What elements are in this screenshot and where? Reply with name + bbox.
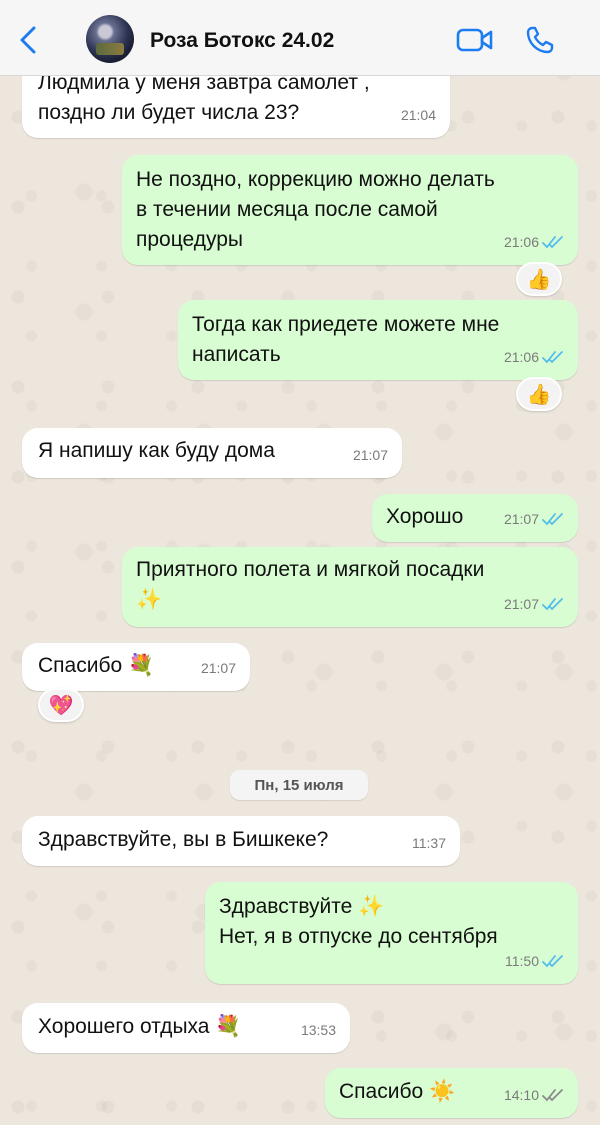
contact-name[interactable]: Роза Ботокс 24.02 — [150, 29, 334, 53]
double-check-icon — [542, 513, 563, 526]
chevron-left-icon — [20, 26, 36, 54]
message-time: 21:06 — [504, 342, 564, 372]
message-incoming[interactable]: Хорошего отдыха 💐 13:53 — [22, 1003, 350, 1053]
phone-icon — [526, 26, 554, 54]
message-time: 11:37 — [412, 835, 446, 851]
message-text: Здравствуйте ✨ Нет, я в отпуске до сентя… — [219, 895, 498, 948]
video-call-icon — [456, 28, 493, 52]
double-check-icon — [542, 236, 563, 249]
message-text: Я напишу как буду дома — [38, 439, 275, 462]
double-check-icon — [542, 598, 563, 611]
message-time: 21:07 — [504, 504, 564, 534]
message-time: 14:10 — [504, 1080, 564, 1110]
reaction-badge[interactable]: 👍 — [516, 262, 562, 296]
message-outgoing[interactable]: Тогда как приедете можете мне написать 2… — [178, 300, 578, 380]
message-text: Хорошего отдыха 💐 — [38, 1015, 242, 1038]
video-call-button[interactable] — [455, 24, 495, 56]
date-separator: Пн, 15 июля — [230, 770, 368, 800]
message-incoming[interactable]: Спасибо 💐 21:07 — [22, 643, 250, 691]
contact-avatar[interactable] — [86, 15, 134, 63]
message-text: Приятного полета и мягкой посадки ✨ — [136, 558, 485, 611]
message-incoming[interactable]: Я напишу как буду дома 21:07 — [22, 428, 402, 478]
double-check-icon — [542, 955, 563, 968]
message-outgoing[interactable]: Хорошо 21:07 — [372, 494, 578, 542]
message-incoming[interactable]: Здравствуйте, вы в Бишкеке? 11:37 — [22, 816, 460, 866]
chat-header: Роза Ботокс 24.02 — [0, 0, 600, 76]
message-outgoing[interactable]: Не поздно, коррекцию можно делать в тече… — [122, 155, 578, 265]
reaction-badge[interactable]: 💖 — [38, 688, 84, 722]
voice-call-button[interactable] — [522, 22, 558, 58]
double-check-icon — [542, 1089, 563, 1102]
back-button[interactable] — [12, 22, 44, 58]
message-text: Не поздно, коррекцию можно делать в тече… — [136, 168, 495, 251]
message-time: 11:50 — [505, 946, 564, 976]
message-time: 21:07 — [352, 447, 388, 463]
message-outgoing[interactable]: Спасибо ☀️ 14:10 — [325, 1068, 578, 1118]
message-outgoing[interactable]: Приятного полета и мягкой посадки ✨ 21:0… — [122, 547, 578, 627]
message-text: Здравствуйте, вы в Бишкеке? — [38, 828, 329, 851]
message-time: 13:53 — [300, 1022, 336, 1038]
message-time: 21:07 — [200, 660, 236, 676]
message-time: 21:04 — [400, 107, 436, 123]
message-outgoing[interactable]: Здравствуйте ✨ Нет, я в отпуске до сентя… — [205, 882, 578, 984]
reaction-badge[interactable]: 👍 — [516, 377, 562, 411]
double-check-icon — [542, 351, 563, 364]
message-time: 21:07 — [504, 589, 564, 619]
message-text: Людмила у меня завтра самолет , поздно л… — [38, 71, 370, 124]
message-time: 21:06 — [504, 227, 564, 257]
